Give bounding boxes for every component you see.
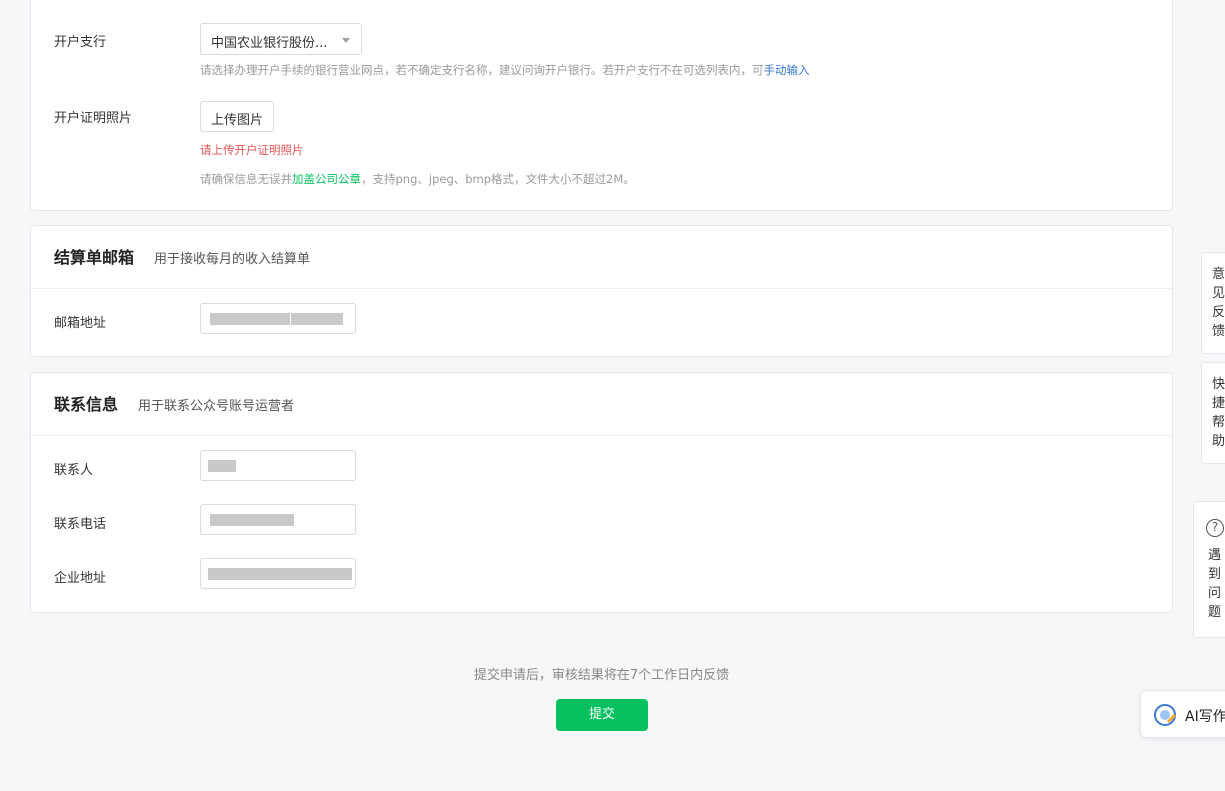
settlement-email-card: 结算单邮箱 用于接收每月的收入结算单 邮箱地址 [30,225,1173,357]
redacted-value [210,313,290,325]
proof-photo-label: 开户证明照片 [54,111,133,126]
company-address-label: 企业地址 [54,571,107,586]
redacted-value [208,460,236,472]
upload-hint: 请确保信息无误并加盖公司公章，支持png、jpeg、bmp格式，文件大小不超过2… [200,171,635,187]
redacted-value [208,568,352,580]
upload-hint-suffix: ，支持png、jpeg、bmp格式，文件大小不超过2M。 [361,172,635,186]
question-mark-icon: ? [1206,519,1224,537]
contact-info-card: 联系信息 用于联系公众号账号运营者 联系人 联系电话 企业地址 [30,372,1173,613]
redacted-value [291,313,343,325]
section-subtitle: 用于联系公众号账号运营者 [138,399,295,414]
branch-label: 开户支行 [54,35,107,50]
manual-input-link[interactable]: 手动输入 [764,63,810,77]
section-title: 结算单邮箱 [54,248,135,267]
help-tab[interactable]: ? 遇到问题 [1193,501,1225,638]
company-address-field[interactable] [200,558,356,589]
feedback-tab-label: 意见反馈 [1212,267,1225,339]
quick-help-tab[interactable]: 快捷帮助 [1201,362,1225,464]
bank-info-card: 开户支行 中国农业银行股份... 请选择办理开户手续的银行营业网点，若不确定支行… [30,0,1173,211]
submit-button[interactable]: 提交 [556,699,648,731]
branch-select[interactable]: 中国农业银行股份... [200,23,362,55]
ai-writing-button[interactable]: AI写作 [1140,690,1225,738]
branch-hint: 请选择办理开户手续的银行营业网点，若不确定支行名称，建议问询开户银行。若开户支行… [200,62,810,78]
section-subtitle: 用于接收每月的收入结算单 [154,252,311,267]
contact-info-header: 联系信息 用于联系公众号账号运营者 [31,373,1172,436]
help-tab-label: 遇到问题 [1208,548,1222,620]
contact-phone-field[interactable] [200,504,356,535]
section-title: 联系信息 [54,395,119,414]
branch-select-value: 中国农业银行股份... [211,36,328,51]
email-field[interactable] [200,303,356,334]
quick-help-tab-label: 快捷帮助 [1212,377,1225,449]
review-notice: 提交申请后，审核结果将在7个工作日内反馈 [473,668,730,683]
company-seal-highlight: 加盖公司公章 [292,172,361,186]
upload-error-text: 请上传开户证明照片 [200,143,304,157]
chevron-down-icon [342,38,350,43]
contact-name-label: 联系人 [54,463,94,478]
redacted-value [210,514,294,526]
settlement-email-header: 结算单邮箱 用于接收每月的收入结算单 [31,226,1172,289]
ai-writing-label: AI写作 [1185,709,1225,725]
ai-writing-icon [1154,704,1176,726]
upload-image-button[interactable]: 上传图片 [200,101,274,132]
email-label: 邮箱地址 [54,316,107,331]
upload-hint-prefix: 请确保信息无误并 [200,172,292,186]
contact-name-field[interactable] [200,450,356,481]
branch-hint-text: 请选择办理开户手续的银行营业网点，若不确定支行名称，建议问询开户银行。若开户支行… [200,63,764,77]
contact-phone-label: 联系电话 [54,517,107,532]
feedback-tab[interactable]: 意见反馈 [1201,252,1225,354]
